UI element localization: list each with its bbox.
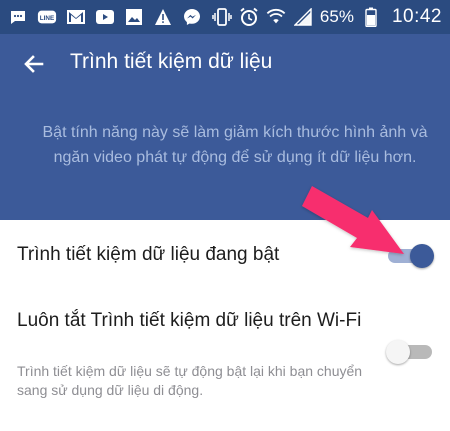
page-title: Trình tiết kiệm dữ liệu — [70, 50, 273, 73]
battery-icon — [361, 7, 381, 27]
toggle-thumb — [410, 244, 434, 268]
app-header: Trình tiết kiệm dữ liệu Bật tính năng nà… — [0, 34, 450, 220]
gallery-icon — [124, 7, 144, 27]
clock: 10:42 — [391, 6, 442, 27]
back-arrow-icon — [24, 55, 44, 73]
warning-icon — [153, 7, 173, 27]
setting-title: Luôn tắt Trình tiết kiệm dữ liệu trên Wi… — [17, 310, 362, 331]
toggle-thumb — [386, 340, 410, 364]
setting-disable-on-wifi[interactable]: Luôn tắt Trình tiết kiệm dữ liệu trên Wi… — [0, 292, 450, 412]
back-button[interactable] — [16, 46, 52, 82]
youtube-icon — [95, 7, 115, 27]
notification-icons: LINE — [8, 7, 202, 27]
signal-icon — [293, 7, 313, 27]
setting-subtitle: Trình tiết kiệm dữ liệu sẽ tự động bật l… — [17, 363, 363, 398]
battery-percentage: 65% — [319, 7, 354, 26]
system-icons: 65% 10:42 — [212, 6, 442, 28]
wifi-disable-toggle[interactable] — [386, 338, 436, 366]
setting-data-saver-on[interactable]: Trình tiết kiệm dữ liệu đang bật — [0, 220, 450, 292]
vibrate-icon — [212, 7, 232, 27]
messenger-icon — [182, 7, 202, 27]
svg-text:LINE: LINE — [40, 15, 55, 22]
status-bar: LINE 65% 10:42 — [0, 0, 450, 34]
line-icon: LINE — [37, 7, 57, 27]
alarm-icon — [239, 7, 259, 27]
feature-description: Bật tính năng này sẽ làm giảm kích thước… — [42, 124, 428, 166]
setting-title: Trình tiết kiệm dữ liệu đang bật — [17, 244, 280, 265]
wifi-icon — [266, 7, 286, 27]
gmail-icon — [66, 7, 86, 27]
data-saver-toggle[interactable] — [386, 242, 436, 270]
sms-icon — [8, 7, 28, 27]
